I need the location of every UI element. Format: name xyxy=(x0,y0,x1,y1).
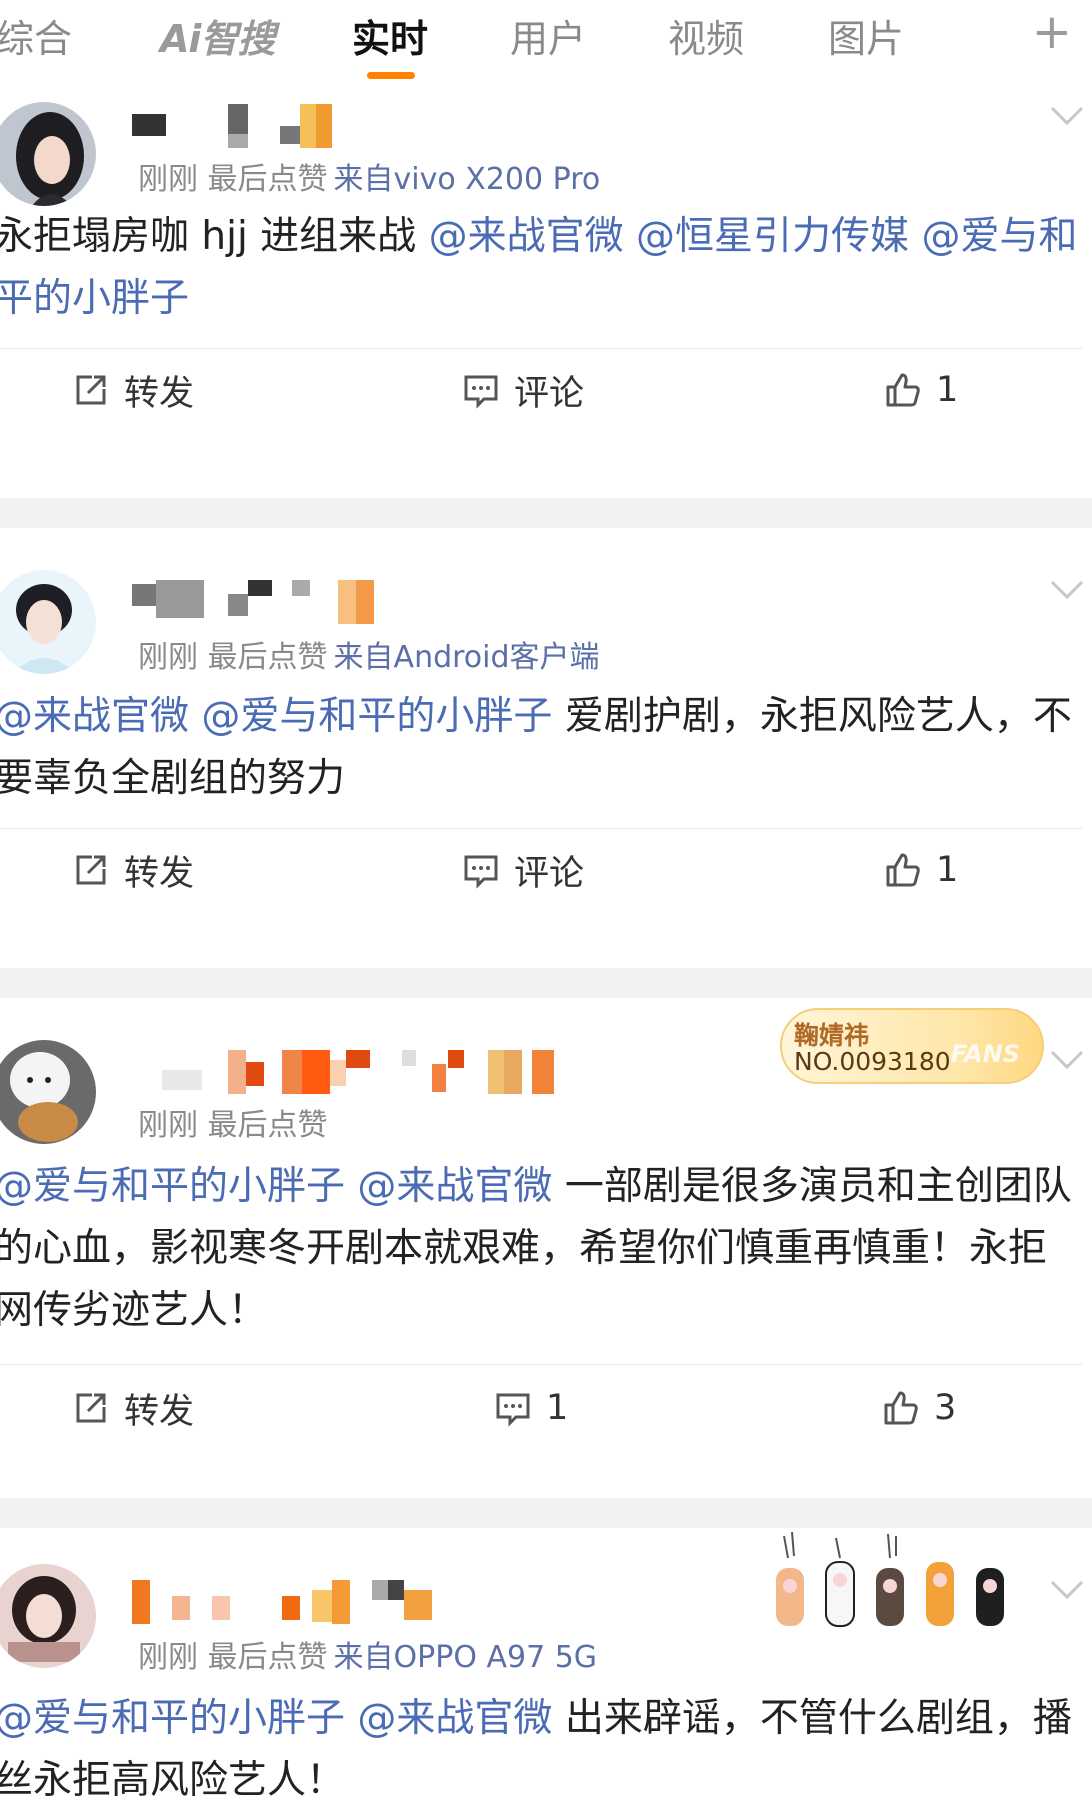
like-count: 3 xyxy=(934,1388,957,1428)
tab-users[interactable]: 用户 xyxy=(510,8,586,63)
mention-link[interactable]: @爱与和平的小胖子 xyxy=(0,1164,345,1209)
plus-icon[interactable]: + xyxy=(1032,8,1072,56)
comment-button[interactable]: 1 xyxy=(494,1378,568,1438)
username-blurred[interactable] xyxy=(132,1050,554,1094)
comment-button[interactable]: 评论 xyxy=(462,360,584,420)
post-meta: 刚刚 最后点赞 xyxy=(138,1100,328,1144)
thumbs-up-icon xyxy=(886,853,920,887)
like-count: 1 xyxy=(936,850,959,890)
repost-button[interactable]: 转发 xyxy=(72,1378,194,1438)
avatar-image xyxy=(0,102,96,206)
tab-videos[interactable]: 视频 xyxy=(668,8,744,63)
divider xyxy=(0,828,1082,829)
avatar-image xyxy=(0,1040,96,1144)
mention-link[interactable]: @来战官微 xyxy=(0,694,189,739)
thumbs-up-icon xyxy=(886,373,920,407)
fans-badge[interactable]: 鞠婧祎 NO.0093180 FANS xyxy=(780,1008,1044,1084)
tab-realtime[interactable]: 实时 xyxy=(352,8,428,63)
mention-link[interactable]: @爱与和平的小胖子 xyxy=(201,694,552,739)
divider xyxy=(0,1364,1082,1365)
repost-label: 转发 xyxy=(124,853,195,894)
post-action-bar: 转发 评论 1 xyxy=(0,360,1092,420)
chevron-down-icon[interactable] xyxy=(1050,1050,1084,1070)
post-time: 刚刚 最后点赞 xyxy=(138,162,328,197)
post-content: 永拒塌房咖 hjj 进组来战 @来战官微 @恒星引力传媒 @爱与和平的小胖子 xyxy=(0,206,1084,330)
post-text xyxy=(909,214,921,259)
post-card-4: 刚刚 最后点赞 来自OPPO A97 5G @爱与和平的小胖子 @来战官微 出来辟… xyxy=(0,1528,1092,1804)
post-meta: 刚刚 最后点赞 来自vivo X200 Pro xyxy=(138,154,600,198)
post-text xyxy=(345,1164,357,1209)
post-text xyxy=(345,1696,357,1741)
post-separator xyxy=(0,1498,1092,1528)
post-meta: 刚刚 最后点赞 来自OPPO A97 5G xyxy=(138,1632,597,1676)
comment-count: 1 xyxy=(546,1388,569,1428)
repost-label: 转发 xyxy=(124,373,195,414)
avatar-image xyxy=(0,570,96,674)
mention-link[interactable]: @爱与和平的小胖子 xyxy=(0,1696,345,1741)
post-text xyxy=(189,694,201,739)
post-card-1: 刚刚 最后点赞 来自vivo X200 Pro 永拒塌房咖 hjj 进组来战 @来… xyxy=(0,88,1092,498)
share-icon xyxy=(76,1393,106,1423)
chevron-down-icon[interactable] xyxy=(1050,106,1084,126)
mention-link[interactable]: @来战官微 xyxy=(357,1164,552,1209)
post-time: 刚刚 最后点赞 xyxy=(138,1108,328,1143)
post-source: 来自vivo X200 Pro xyxy=(333,162,601,197)
post-text xyxy=(624,214,636,259)
username-blurred[interactable] xyxy=(132,104,352,148)
post-content: @爱与和平的小胖子 @来战官微 一部剧是很多演员和主创团队的心血，影视寒冬开剧本… xyxy=(0,1156,1084,1342)
post-content: @来战官微 @爱与和平的小胖子 爱剧护剧，永拒风险艺人，不要辜负全剧组的努力 xyxy=(0,686,1084,810)
tab-images[interactable]: 图片 xyxy=(828,8,904,63)
like-button[interactable]: 1 xyxy=(884,840,958,900)
repost-label: 转发 xyxy=(124,1391,195,1432)
post-separator xyxy=(0,968,1092,998)
mention-link[interactable]: @来战官微 xyxy=(357,1696,552,1741)
username-blurred[interactable] xyxy=(132,1580,432,1624)
comment-icon xyxy=(464,855,498,889)
avatar-image xyxy=(0,1564,96,1668)
post-text: 永拒塌房咖 hjj 进组来战 xyxy=(0,214,429,259)
post-card-2: 刚刚 最后点赞 来自Android客户端 @来战官微 @爱与和平的小胖子 爱剧护剧… xyxy=(0,528,1092,968)
post-source: 来自OPPO A97 5G xyxy=(333,1640,598,1675)
mention-link[interactable]: @恒星引力传媒 xyxy=(636,214,909,259)
post-time: 刚刚 最后点赞 xyxy=(138,640,328,675)
comment-icon xyxy=(496,1393,530,1427)
share-icon xyxy=(76,855,106,885)
like-count: 1 xyxy=(936,370,959,410)
post-meta: 刚刚 最后点赞 来自Android客户端 xyxy=(138,632,600,676)
comment-label: 评论 xyxy=(514,373,585,414)
username-blurred[interactable] xyxy=(132,580,382,624)
like-button[interactable]: 1 xyxy=(884,360,958,420)
tab-comprehensive[interactable]: 综合 xyxy=(0,8,72,63)
comment-icon xyxy=(464,375,498,409)
post-card-3: 鞠婧祎 NO.0093180 FANS 刚刚 最后点赞 @爱与和平的小胖子 @来… xyxy=(0,998,1092,1498)
paw-decoration-icon xyxy=(776,1531,1004,1627)
active-tab-indicator xyxy=(367,72,415,79)
post-time: 刚刚 最后点赞 xyxy=(138,1640,328,1675)
fans-badge-number: NO.0093180 xyxy=(794,1047,951,1076)
thumbs-up-icon xyxy=(884,1391,918,1425)
post-content: @爱与和平的小胖子 @来战官微 出来辟谣，不管什么剧组，播丝永拒高风险艺人！ xyxy=(0,1688,1084,1812)
repost-button[interactable]: 转发 xyxy=(72,840,194,900)
post-action-bar: 转发 评论 1 xyxy=(0,840,1092,900)
share-icon xyxy=(76,375,106,405)
like-button[interactable]: 3 xyxy=(882,1378,956,1438)
chevron-down-icon[interactable] xyxy=(1050,580,1084,600)
avatar[interactable] xyxy=(0,1040,96,1144)
tab-ai-search[interactable]: Ai智搜 xyxy=(160,8,275,63)
comment-label: 评论 xyxy=(514,853,585,894)
fans-badge-label: FANS xyxy=(950,1040,1020,1068)
post-action-bar: 转发 1 3 xyxy=(0,1378,1092,1438)
repost-button[interactable]: 转发 xyxy=(72,360,194,420)
post-separator xyxy=(0,498,1092,528)
mention-link[interactable]: @来战官微 xyxy=(429,214,624,259)
avatar[interactable] xyxy=(0,1564,96,1668)
avatar[interactable] xyxy=(0,570,96,674)
avatar[interactable] xyxy=(0,102,96,206)
divider xyxy=(0,348,1082,349)
post-source: 来自Android客户端 xyxy=(333,640,600,675)
search-tab-bar: 综合 Ai智搜 实时 用户 视频 图片 + xyxy=(0,0,1092,88)
comment-button[interactable]: 评论 xyxy=(462,840,584,900)
chevron-down-icon[interactable] xyxy=(1050,1580,1084,1600)
